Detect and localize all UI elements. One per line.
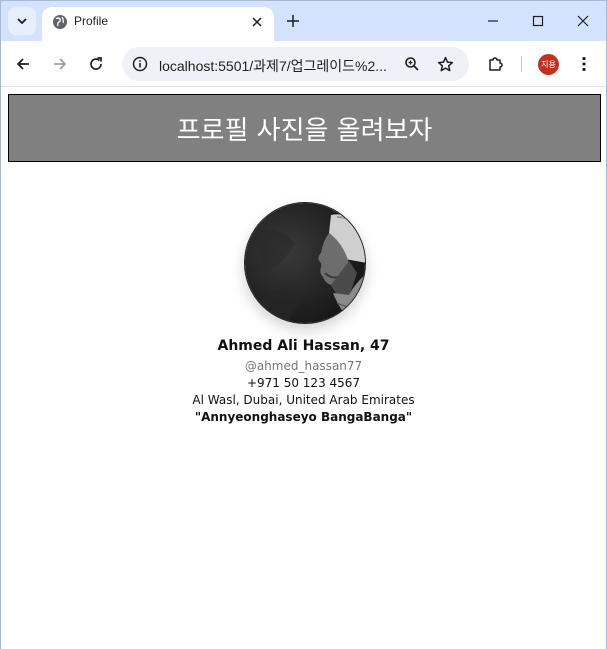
tab-search-button[interactable]: [8, 7, 36, 35]
browser-toolbar: localhost:5501/과제7/업그레이드%2... 지용: [1, 41, 606, 87]
close-tab-button[interactable]: [248, 13, 266, 31]
profile-photo: [244, 202, 366, 324]
site-info-button[interactable]: [128, 52, 152, 76]
page-title: 프로필 사진을 올려보자: [176, 115, 433, 146]
reload-icon: [90, 57, 102, 70]
tab-title: Profile: [74, 14, 109, 28]
url-text: localhost:5501/과제7/업그레이드%2...: [159, 58, 387, 74]
arrow-left-icon: [16, 58, 29, 70]
close-icon: [252, 17, 262, 27]
chevron-down-icon: [17, 18, 27, 25]
profile-quote: "Annyeonghaseyo BangaBanga": [194, 410, 413, 424]
reload-button[interactable]: [84, 52, 108, 76]
minimize-button[interactable]: [478, 9, 508, 33]
zoom-button[interactable]: [402, 54, 422, 74]
arrow-right-icon: [54, 58, 67, 70]
puzzle-icon: [489, 57, 503, 71]
tab-strip: Profile: [1, 1, 606, 41]
profile-location: Al Wasl, Dubai, United Arab Emirates: [192, 393, 415, 407]
minimize-icon: [488, 20, 498, 22]
page-header: 프로필 사진을 올려보자: [8, 94, 601, 162]
back-button[interactable]: [11, 52, 35, 76]
profile-name: Ahmed Ali Hassan, 47: [217, 338, 390, 354]
bookmark-button[interactable]: [435, 54, 455, 74]
extensions-button[interactable]: [484, 52, 508, 76]
profile-phone: +971 50 123 4567: [246, 376, 361, 390]
avatar-initials: 지용: [541, 60, 556, 69]
plus-icon: [287, 15, 299, 27]
close-window-button[interactable]: [568, 9, 598, 33]
page-content: 프로필 사진을 올려보자 Ahmed Ali Hassan, 47 @ahmed…: [1, 88, 606, 649]
maximize-icon: [532, 15, 544, 27]
profile-avatar-button[interactable]: 지용: [538, 54, 559, 75]
close-icon: [577, 15, 589, 27]
kebab-menu-icon: [582, 56, 586, 72]
browser-window: Profile localhost:5501/과제7/업그레이드%2... 지용…: [0, 0, 607, 649]
new-tab-button[interactable]: [283, 11, 303, 31]
browser-menu-button[interactable]: [574, 52, 594, 76]
star-icon: [437, 56, 453, 71]
address-bar[interactable]: localhost:5501/과제7/업그레이드%2...: [122, 47, 469, 81]
maximize-button[interactable]: [523, 9, 553, 33]
globe-icon: [53, 15, 67, 29]
tab-profile[interactable]: Profile: [42, 7, 274, 41]
profile-handle: @ahmed_hassan77: [244, 359, 363, 373]
info-icon: [132, 56, 148, 72]
forward-button[interactable]: [48, 52, 72, 76]
portrait-image: [245, 203, 365, 323]
zoom-icon: [405, 57, 419, 71]
toolbar-divider: [521, 56, 522, 72]
